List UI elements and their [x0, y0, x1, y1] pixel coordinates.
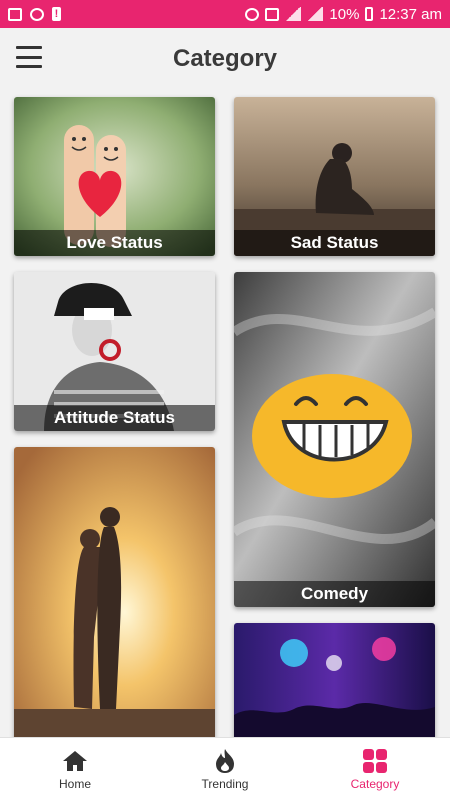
comedy-image — [234, 272, 435, 607]
nav-label: Trending — [201, 777, 249, 791]
party-crowd-image — [234, 623, 435, 747]
alarm-icon — [245, 7, 260, 21]
category-label: Sad Status — [234, 230, 435, 256]
category-card-love-status[interactable]: Love Status — [14, 97, 215, 256]
category-card-party[interactable] — [234, 623, 435, 747]
status-bar: ! 10% 12:37 am — [0, 0, 450, 28]
category-card-sad-status[interactable]: Sad Status — [234, 97, 435, 256]
battery-icon — [365, 7, 374, 21]
category-card-attitude-status[interactable]: Attitude Status — [14, 272, 215, 431]
battery-percentage: 10% — [329, 5, 360, 23]
bottom-navigation: Home Trending Category — [0, 737, 450, 800]
category-label: Love Status — [14, 230, 215, 256]
signal-strength-icon — [307, 7, 324, 21]
grid-icon — [360, 747, 390, 775]
planet-notification-icon — [30, 7, 44, 21]
page-title: Category — [172, 45, 278, 72]
category-card-romantic[interactable] — [14, 447, 215, 747]
nav-label: Category — [350, 777, 400, 791]
home-icon — [60, 747, 90, 775]
signal-icon — [285, 7, 302, 21]
nav-category[interactable]: Category — [300, 738, 450, 800]
app-bar: Category — [0, 28, 450, 90]
romantic-couple-image — [14, 447, 215, 747]
nav-trending[interactable]: Trending — [150, 738, 300, 800]
category-card-comedy[interactable]: Comedy — [234, 272, 435, 607]
menu-icon[interactable] — [16, 46, 42, 68]
flame-icon — [210, 747, 240, 775]
nav-label: Home — [58, 777, 91, 791]
warning-notification-icon: ! — [52, 7, 61, 21]
category-label: Comedy — [234, 581, 435, 607]
sim-icon — [265, 7, 280, 21]
gallery-notification-icon — [8, 7, 22, 21]
nav-home[interactable]: Home — [0, 738, 150, 800]
category-label: Attitude Status — [14, 405, 215, 431]
clock: 12:37 am — [379, 5, 442, 23]
